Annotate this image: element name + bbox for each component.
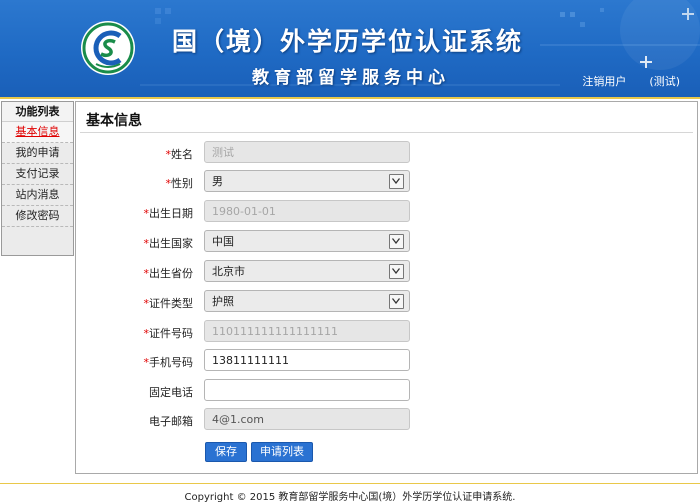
user-links: 注销用户 (测试) xyxy=(582,73,680,89)
footer-divider xyxy=(0,483,700,484)
birth-province-label: 出生省份 xyxy=(149,267,193,280)
birth-province-value: 北京市 xyxy=(212,265,245,278)
mobile-label: 手机号码 xyxy=(149,356,193,369)
email-label: 电子邮箱 xyxy=(149,415,193,428)
name-label: 姓名 xyxy=(171,148,193,161)
form-row-gender: *性别 男 xyxy=(76,170,697,194)
chevron-down-icon[interactable] xyxy=(389,174,404,189)
gender-select[interactable]: 男 xyxy=(204,170,410,192)
save-button[interactable]: 保存 xyxy=(205,442,247,462)
sidebar-title: 功能列表 xyxy=(2,102,73,122)
id-number-label: 证件号码 xyxy=(149,327,193,340)
csc-logo-icon xyxy=(81,21,135,75)
system-title: 国（境）外学历学位认证系统 xyxy=(172,27,524,56)
form-row-id-type: *证件类型 护照 xyxy=(76,290,697,314)
sidebar-item-change-password[interactable]: 修改密码 xyxy=(2,206,73,227)
title-divider xyxy=(80,132,693,133)
birthdate-field[interactable]: 1980-01-01 xyxy=(204,200,410,222)
id-type-value: 护照 xyxy=(212,295,234,308)
form-row-birthdate: *出生日期 1980-01-01 xyxy=(76,200,697,224)
email-field[interactable]: 4@1.com xyxy=(204,408,410,430)
birthdate-label: 出生日期 xyxy=(149,207,193,220)
birth-province-select[interactable]: 北京市 xyxy=(204,260,410,282)
id-type-select[interactable]: 护照 xyxy=(204,290,410,312)
system-subtitle: 教育部留学服务中心 xyxy=(252,68,450,88)
current-user-link[interactable]: (测试) xyxy=(649,75,680,88)
gender-value: 男 xyxy=(212,175,223,188)
gender-label: 性别 xyxy=(171,177,193,190)
form-row-mobile: *手机号码 13811111111 xyxy=(76,349,697,373)
sidebar-item-payment-records[interactable]: 支付记录 xyxy=(2,164,73,185)
form-row-name: *姓名 测试 xyxy=(76,141,697,165)
page-title: 基本信息 xyxy=(86,113,142,129)
copyright-text: Copyright © 2015 教育部留学服务中心国(境）外学历学位认证申请系… xyxy=(184,492,516,503)
landline-input[interactable] xyxy=(204,379,410,401)
sidebar-item-basic-info[interactable]: 基本信息 xyxy=(2,122,73,143)
landline-label: 固定电话 xyxy=(149,386,193,399)
birth-country-select[interactable]: 中国 xyxy=(204,230,410,252)
birth-country-value: 中国 xyxy=(212,235,234,248)
id-type-label: 证件类型 xyxy=(149,297,193,310)
basic-info-panel: 基本信息 *姓名 测试 *性别 男 *出生日期 1980-01-01 *出生国家… xyxy=(75,101,698,474)
form-row-id-number: *证件号码 110111111111111111 xyxy=(76,320,697,344)
sidebar-item-my-applications[interactable]: 我的申请 xyxy=(2,143,73,164)
logout-link[interactable]: 注销用户 xyxy=(582,75,626,88)
form-row-landline: 固定电话 xyxy=(76,379,697,403)
chevron-down-icon[interactable] xyxy=(389,234,404,249)
sidebar-item-messages[interactable]: 站内消息 xyxy=(2,185,73,206)
chevron-down-icon[interactable] xyxy=(389,294,404,309)
application-list-button[interactable]: 申请列表 xyxy=(251,442,313,462)
form-row-birth-country: *出生国家 中国 xyxy=(76,230,697,254)
form-row-birth-province: *出生省份 北京市 xyxy=(76,260,697,284)
sidebar-menu: 功能列表 基本信息 我的申请 支付记录 站内消息 修改密码 xyxy=(1,101,74,256)
chevron-down-icon[interactable] xyxy=(389,264,404,279)
form-row-email: 电子邮箱 4@1.com xyxy=(76,408,697,432)
header-banner: 国（境）外学历学位认证系统 教育部留学服务中心 注销用户 (测试) xyxy=(0,0,700,97)
header-divider xyxy=(0,97,700,99)
mobile-input[interactable]: 13811111111 xyxy=(204,349,410,371)
name-field[interactable]: 测试 xyxy=(204,141,410,163)
id-number-field[interactable]: 110111111111111111 xyxy=(204,320,410,342)
birth-country-label: 出生国家 xyxy=(149,237,193,250)
